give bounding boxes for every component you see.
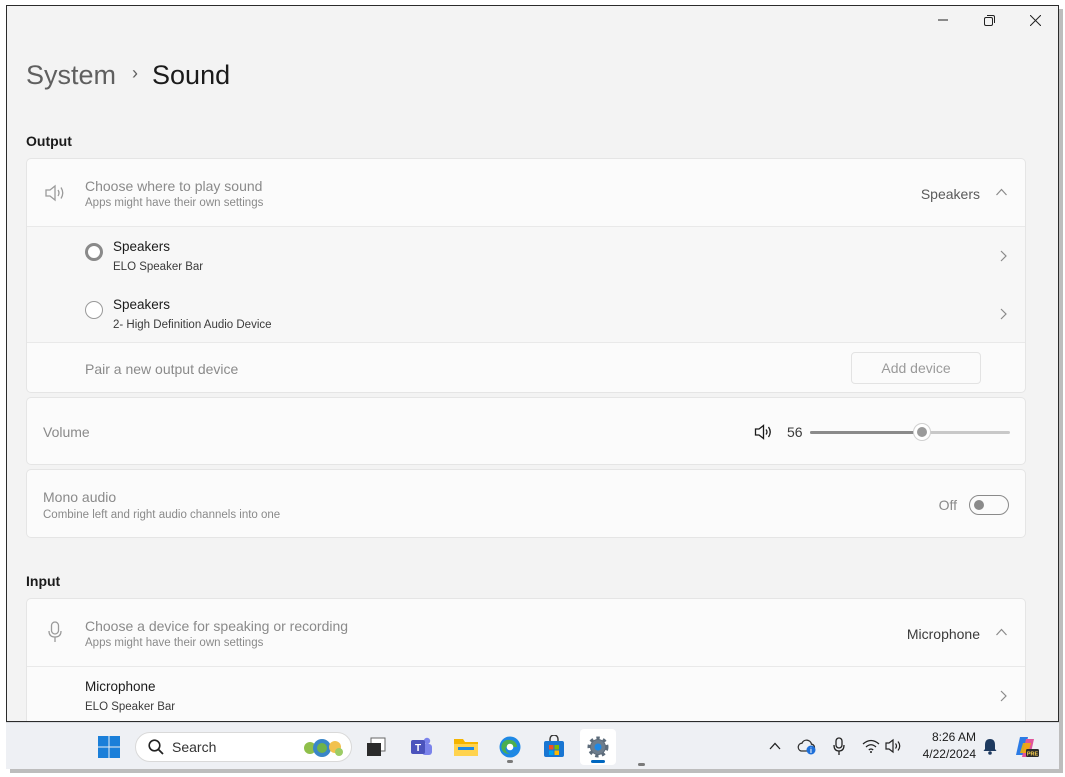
output-device-detail-2: 2- High Definition Audio Device (113, 319, 272, 331)
breadcrumb-system[interactable]: System (26, 60, 116, 91)
add-device-button[interactable]: Add device (851, 352, 981, 384)
start-button[interactable] (91, 729, 127, 765)
taskbar-search[interactable]: Search (135, 732, 352, 762)
window-controls (920, 6, 1058, 34)
copilot-icon[interactable]: PRE (1014, 735, 1040, 759)
start-icon (98, 736, 120, 758)
output-device-card: Choose where to play sound Apps might ha… (26, 158, 1026, 393)
file-explorer-button[interactable] (448, 729, 484, 765)
volume-label: Volume (43, 424, 90, 440)
wifi-icon[interactable] (862, 739, 880, 753)
search-highlight-icon (304, 739, 343, 757)
volume-slider-thumb[interactable] (913, 423, 931, 441)
output-device-list: Speakers ELO Speaker Bar Speakers 2- Hig… (27, 227, 1025, 343)
output-device-radio-1[interactable] (85, 243, 103, 261)
microphone-icon (48, 621, 62, 642)
input-device-card: Choose a device for speaking or recordin… (26, 598, 1026, 721)
choose-output-row[interactable]: Choose where to play sound Apps might ha… (27, 159, 1025, 227)
speaker-icon (45, 184, 64, 202)
chevron-up-icon[interactable] (769, 742, 781, 750)
selected-input-value: Microphone (906, 626, 980, 642)
volume-slider-fill (810, 431, 922, 434)
task-view-button[interactable] (358, 729, 394, 765)
input-device-name-1: Microphone (85, 679, 156, 694)
window-shadow-right (1059, 9, 1063, 769)
svg-text:T: T (415, 743, 421, 754)
chevron-up-icon[interactable] (996, 628, 1007, 636)
choose-input-title: Choose a device for speaking or recordin… (85, 618, 349, 634)
output-device-item-2[interactable]: Speakers 2- High Definition Audio Device (27, 285, 1025, 343)
file-explorer-icon (454, 739, 478, 756)
mono-audio-state: Off (938, 497, 957, 513)
mono-audio-title: Mono audio (43, 489, 117, 505)
clock-date[interactable]: 4/22/2024 (914, 747, 976, 761)
pair-output-label: Pair a new output device (85, 361, 239, 377)
page-title: Sound (152, 60, 231, 90)
microphone-icon[interactable] (833, 737, 845, 756)
search-placeholder: Search (172, 739, 217, 755)
output-device-name-2: Speakers (113, 297, 171, 312)
choose-input-row[interactable]: Choose a device for speaking or recordin… (27, 599, 1025, 667)
notification-bell-icon[interactable] (983, 738, 997, 755)
input-device-detail-1: ELO Speaker Bar (85, 701, 176, 713)
onedrive-icon[interactable]: i (797, 738, 817, 756)
store-icon (544, 735, 564, 757)
choose-output-subtitle: Apps might have their own settings (85, 197, 264, 209)
svg-text:i: i (810, 748, 812, 755)
settings-window: System › Sound Output Choose where to pl… (6, 5, 1059, 722)
choose-output-title: Choose where to play sound (85, 178, 263, 194)
chevron-right-icon (1000, 308, 1007, 320)
chevron-right-icon (1000, 250, 1007, 262)
taskbar: Search T i 8:26 AM 4/22/2024 PRE (6, 722, 1059, 769)
volume-card: Volume 56 (26, 397, 1026, 465)
volume-value: 56 (787, 424, 803, 440)
minimize-icon (938, 19, 948, 21)
chevron-up-icon[interactable] (996, 188, 1007, 196)
mono-audio-subtitle: Combine left and right audio channels in… (43, 509, 281, 521)
input-section-title: Input (26, 573, 61, 589)
restore-icon (983, 14, 995, 26)
chevron-right-icon (1000, 690, 1007, 702)
output-device-detail-1: ELO Speaker Bar (113, 261, 204, 273)
selected-output-value: Speakers (920, 186, 980, 202)
close-icon (1029, 14, 1041, 26)
settings-active-indicator (591, 760, 605, 763)
settings-button[interactable] (580, 729, 616, 765)
volume-tray-icon[interactable] (885, 738, 903, 754)
mono-audio-toggle[interactable] (969, 495, 1009, 515)
output-device-item-1[interactable]: Speakers ELO Speaker Bar (27, 227, 1025, 285)
minimize-button[interactable] (920, 6, 966, 34)
window-shadow-bottom (10, 769, 1063, 773)
restore-button[interactable] (966, 6, 1012, 34)
choose-input-subtitle: Apps might have their own settings (85, 637, 264, 649)
breadcrumb: System › Sound (26, 60, 230, 91)
teams-button[interactable]: T (403, 729, 439, 765)
volume-icon[interactable] (754, 423, 774, 441)
search-icon (148, 739, 164, 755)
edge-running-indicator (507, 760, 513, 763)
close-button[interactable] (1012, 6, 1058, 34)
output-section-title: Output (26, 133, 72, 149)
store-button[interactable] (536, 729, 572, 765)
task-view-icon (367, 737, 386, 756)
teams-icon: T (411, 737, 432, 755)
output-device-name-1: Speakers (113, 239, 171, 254)
pair-output-row: Pair a new output device Add device (27, 343, 1025, 392)
input-device-item-1[interactable]: Microphone ELO Speaker Bar (27, 667, 1025, 721)
volume-slider[interactable] (810, 423, 1010, 441)
settings-icon (587, 736, 609, 758)
breadcrumb-separator: › (132, 63, 139, 83)
output-device-radio-2[interactable] (85, 301, 103, 319)
mono-audio-card: Mono audio Combine left and right audio … (26, 469, 1026, 538)
edge-icon (499, 736, 521, 758)
edge-button[interactable] (492, 729, 528, 765)
taskbar-app-indicator (638, 763, 645, 766)
clock-time[interactable]: 8:26 AM (914, 730, 976, 744)
svg-text:PRE: PRE (1027, 752, 1039, 758)
